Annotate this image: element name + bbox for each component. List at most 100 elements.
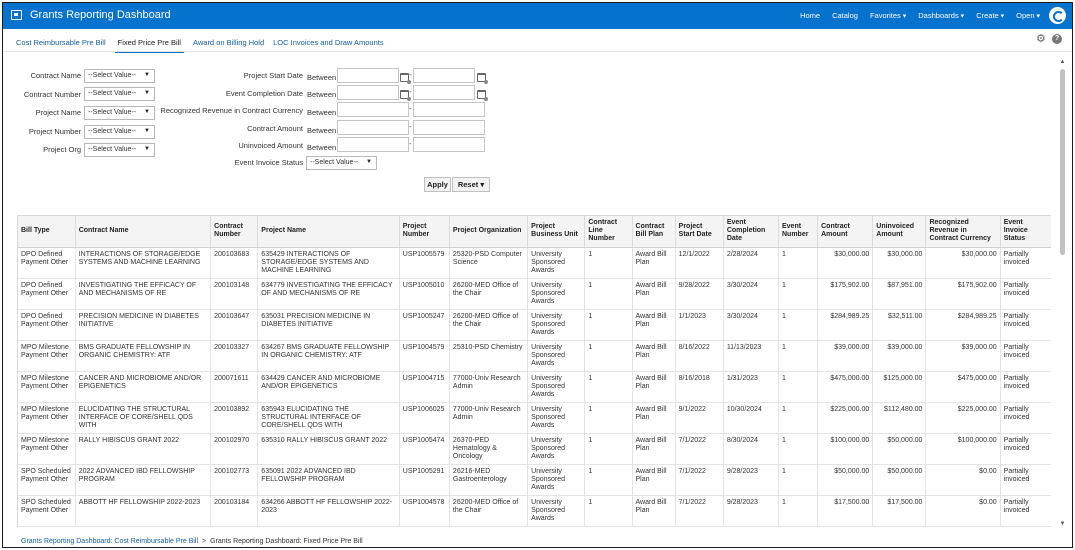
table-cell: 1 (584, 309, 633, 341)
table-cell: 1 (584, 340, 633, 372)
table-cell: ABBOTT HF FELLOWSHIP 2022-2023 (75, 495, 212, 527)
table-cell: Partially invoiced (1000, 278, 1051, 310)
recognized-revenue-to[interactable] (413, 102, 485, 117)
dashboard-app-icon[interactable] (11, 10, 22, 20)
table-cell: MPO Milestone Payment Other (18, 433, 76, 465)
vertical-scrollbar[interactable]: ▲ ▼ (1059, 59, 1066, 527)
reset-button[interactable]: Reset ▾ (452, 177, 490, 192)
table-cell: 200103184 (210, 495, 259, 527)
table-cell: Partially invoiced (1000, 495, 1051, 527)
calendar-icon[interactable] (477, 73, 488, 84)
contract-number-select[interactable]: --Select Value-- (84, 87, 155, 101)
contract-name-select[interactable]: --Select Value-- (84, 69, 155, 83)
column-header[interactable]: Recognized Revenue in Contract Currency (925, 216, 1001, 248)
table-body: DPO Defined Payment Other INTERACTIONS OF… (18, 247, 1051, 527)
project-org-select[interactable]: --Select Value-- (84, 143, 155, 157)
table-cell: MPO Milestone Payment Other (18, 371, 76, 403)
table-cell: $225,000.00 (925, 402, 1001, 434)
table-cell: University Sponsored Awards (527, 433, 586, 465)
tab-divider (3, 51, 1072, 52)
table-cell: USP1005247 (399, 309, 450, 341)
column-header[interactable]: Uninvoiced Amount (872, 216, 927, 248)
event-completion-date-to[interactable] (413, 85, 475, 100)
table-cell: 635310 RALLY HIBISCUS GRANT 2022 (257, 433, 400, 465)
column-header[interactable]: Project Organization (449, 216, 529, 248)
column-header[interactable]: Project Business Unit (527, 216, 586, 248)
help-icon[interactable]: ? (1052, 34, 1062, 44)
table-cell: DPO Defined Payment Other (18, 309, 76, 341)
table-cell: University Sponsored Awards (527, 340, 586, 372)
column-header[interactable]: Contract Line Number (584, 216, 633, 248)
scroll-down-icon[interactable]: ▼ (1059, 521, 1066, 527)
project-start-date-op: Between (307, 73, 337, 82)
table-cell: Award Bill Plan (632, 402, 676, 434)
calendar-icon[interactable] (477, 90, 488, 101)
column-header[interactable]: Event Invoice Status (1000, 216, 1051, 248)
table-cell: 3/30/2024 (723, 278, 779, 310)
nav-open[interactable]: Open (1016, 11, 1040, 20)
table-cell: $100,000.00 (925, 433, 1001, 465)
table-cell: 7/1/2022 (675, 433, 724, 465)
table-cell: $39,000.00 (872, 340, 927, 372)
table-cell: 25320-PSD Computer Science (449, 247, 529, 279)
project-start-date-from[interactable] (337, 68, 399, 83)
user-avatar-icon[interactable] (1049, 7, 1066, 24)
column-header[interactable]: Project Start Date (675, 216, 724, 248)
table-cell: Award Bill Plan (632, 340, 676, 372)
contract-number-label: Contract Number (23, 90, 81, 99)
scroll-up-icon[interactable]: ▲ (1059, 59, 1066, 65)
table-cell: 1 (778, 340, 819, 372)
project-start-date-to[interactable] (413, 68, 475, 83)
table-cell: 635031 PRECISION MEDICINE IN DIABETES IN… (257, 309, 400, 341)
contract-amount-to[interactable] (413, 120, 485, 135)
event-completion-date-from[interactable] (337, 85, 399, 100)
table-row: SPO Scheduled Payment Other ABBOTT HF FEL… (18, 495, 1051, 527)
column-header[interactable]: Bill Type (18, 216, 76, 248)
project-name-select[interactable]: --Select Value-- (84, 106, 155, 120)
table-cell: Award Bill Plan (632, 433, 676, 465)
column-header[interactable]: Contract Name (75, 216, 212, 248)
project-number-label: Project Number (28, 127, 81, 136)
table-cell: Award Bill Plan (632, 309, 676, 341)
table-cell: 1/31/2023 (723, 371, 779, 403)
table-cell: $17,500.00 (817, 495, 874, 527)
contract-amount-label: Contract Amount (247, 124, 303, 133)
column-header[interactable]: Contract Amount (817, 216, 874, 248)
calendar-icon[interactable] (400, 90, 411, 101)
column-header[interactable]: Contract Bill Plan (632, 216, 676, 248)
apply-button[interactable]: Apply (424, 177, 451, 192)
table-cell: USP1006025 (399, 402, 450, 434)
column-header[interactable]: Project Number (399, 216, 450, 248)
range-dash: - (409, 87, 412, 96)
uninvoiced-amount-from[interactable] (337, 137, 409, 152)
column-header[interactable]: Event Number (778, 216, 819, 248)
table-cell: $475,000.00 (925, 371, 1001, 403)
column-header[interactable]: Contract Number (210, 216, 259, 248)
nav-favorites[interactable]: Favorites (870, 11, 906, 20)
contract-amount-op: Between (307, 126, 337, 135)
table-cell: USP1004579 (399, 340, 450, 372)
table-cell: RALLY HIBISCUS GRANT 2022 (75, 433, 212, 465)
nav-catalog[interactable]: Catalog (832, 11, 858, 20)
table-cell: $30,000.00 (925, 247, 1001, 279)
calendar-icon[interactable] (400, 73, 411, 84)
uninvoiced-amount-to[interactable] (413, 137, 485, 152)
table-cell: Award Bill Plan (632, 495, 676, 527)
table-cell: 200102970 (210, 433, 259, 465)
table-cell: $50,000.00 (817, 464, 874, 496)
gear-icon[interactable]: ⚙ (1036, 34, 1046, 45)
contract-amount-from[interactable] (337, 120, 409, 135)
table-cell: 635091 2022 ADVANCED IBD FELLOWSHIP PROG… (257, 464, 400, 496)
project-number-select[interactable]: --Select Value-- (84, 125, 155, 139)
breadcrumb-link-cost-reimbursable[interactable]: Grants Reporting Dashboard: Cost Reimbur… (21, 538, 198, 545)
recognized-revenue-from[interactable] (337, 102, 409, 117)
nav-create[interactable]: Create (976, 11, 1004, 20)
nav-dashboards[interactable]: Dashboards (918, 11, 964, 20)
column-header[interactable]: Project Name (257, 216, 400, 248)
event-invoice-status-select[interactable]: --Select Value-- (306, 156, 377, 170)
table-cell: 200103683 (210, 247, 259, 279)
table-cell: 9/1/2022 (675, 402, 724, 434)
nav-home[interactable]: Home (800, 11, 820, 20)
column-header[interactable]: Event Completion Date (723, 216, 779, 248)
scrollbar-thumb[interactable] (1060, 69, 1065, 255)
